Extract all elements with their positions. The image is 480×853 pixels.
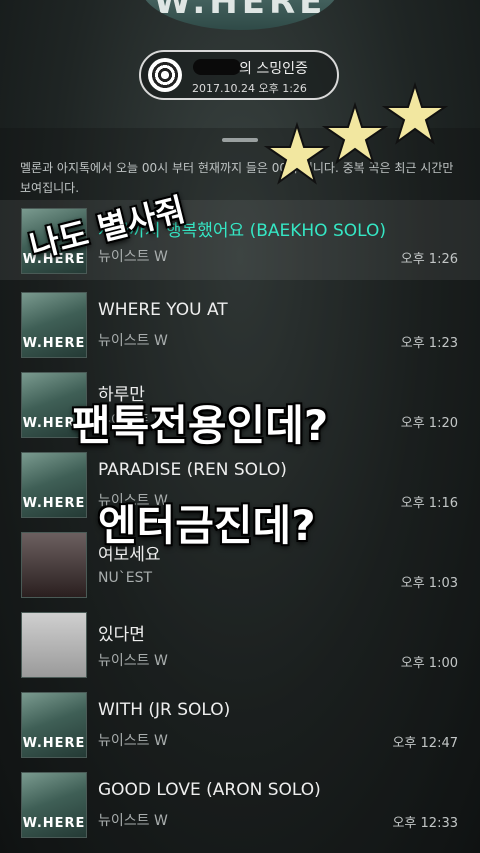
star-icon bbox=[381, 81, 449, 145]
song-artist: NU`EST bbox=[98, 570, 153, 586]
song-time: 오후 1:16 bbox=[400, 496, 458, 511]
song-time: 오후 12:33 bbox=[392, 816, 458, 831]
cover-text: W.HERE bbox=[22, 816, 86, 831]
cover-text: W.HERE bbox=[22, 496, 86, 511]
album-cover bbox=[21, 612, 87, 678]
album-cover: W.HERE bbox=[21, 772, 87, 838]
song-title: WHERE YOU AT bbox=[98, 300, 228, 320]
vinyl-icon bbox=[148, 58, 182, 92]
album-cover: W.HERE bbox=[21, 292, 87, 358]
song-title: WITH (JR SOLO) bbox=[98, 700, 231, 720]
cover-text: W.HERE bbox=[22, 736, 86, 751]
stars-decoration bbox=[263, 81, 449, 185]
song-title: PARADISE (REN SOLO) bbox=[98, 460, 287, 480]
list-item[interactable]: W.HERE WHERE YOU AT 뉴이스트 W 오후 1:23 bbox=[0, 284, 480, 364]
song-artist: 뉴이스트 W bbox=[98, 333, 168, 349]
album-cover: W.HERE bbox=[21, 692, 87, 758]
song-artist: 뉴이스트 W bbox=[98, 813, 168, 829]
song-time: 오후 1:03 bbox=[400, 576, 458, 591]
album-art: W.HERE bbox=[140, 0, 340, 30]
song-time: 오후 1:20 bbox=[400, 416, 458, 431]
list-item[interactable]: W.HERE GOOD LOVE (ARON SOLO) 뉴이스트 W 오후 1… bbox=[0, 764, 480, 844]
star-icon bbox=[263, 121, 331, 185]
overlay-caption-3: 엔터금진데? bbox=[98, 501, 316, 550]
drag-handle[interactable] bbox=[222, 138, 258, 142]
album-cover: W.HERE bbox=[21, 452, 87, 518]
song-time: 오후 1:26 bbox=[400, 252, 458, 267]
list-item[interactable]: W.HERE WITH (JR SOLO) 뉴이스트 W 오후 12:47 bbox=[0, 684, 480, 764]
song-time: 오후 1:23 bbox=[400, 336, 458, 351]
album-cover bbox=[21, 532, 87, 598]
cover-text: W.HERE bbox=[22, 336, 86, 351]
song-time: 오후 1:00 bbox=[400, 656, 458, 671]
list-item[interactable]: 있다면 뉴이스트 W 오후 1:00 bbox=[0, 604, 480, 684]
song-title: GOOD LOVE (ARON SOLO) bbox=[98, 780, 321, 800]
song-time: 오후 12:47 bbox=[392, 736, 458, 751]
badge-title: 의 스밍인증 bbox=[239, 61, 308, 77]
album-art-text: W.HERE bbox=[153, 0, 327, 22]
redacted-username bbox=[193, 59, 241, 75]
song-artist: 뉴이스트 W bbox=[98, 653, 168, 669]
overlay-caption-2: 팬톡전용인데? bbox=[72, 401, 329, 450]
star-icon bbox=[321, 101, 389, 165]
song-artist: 뉴이스트 W bbox=[98, 733, 168, 749]
song-title: 있다면 bbox=[98, 625, 145, 645]
